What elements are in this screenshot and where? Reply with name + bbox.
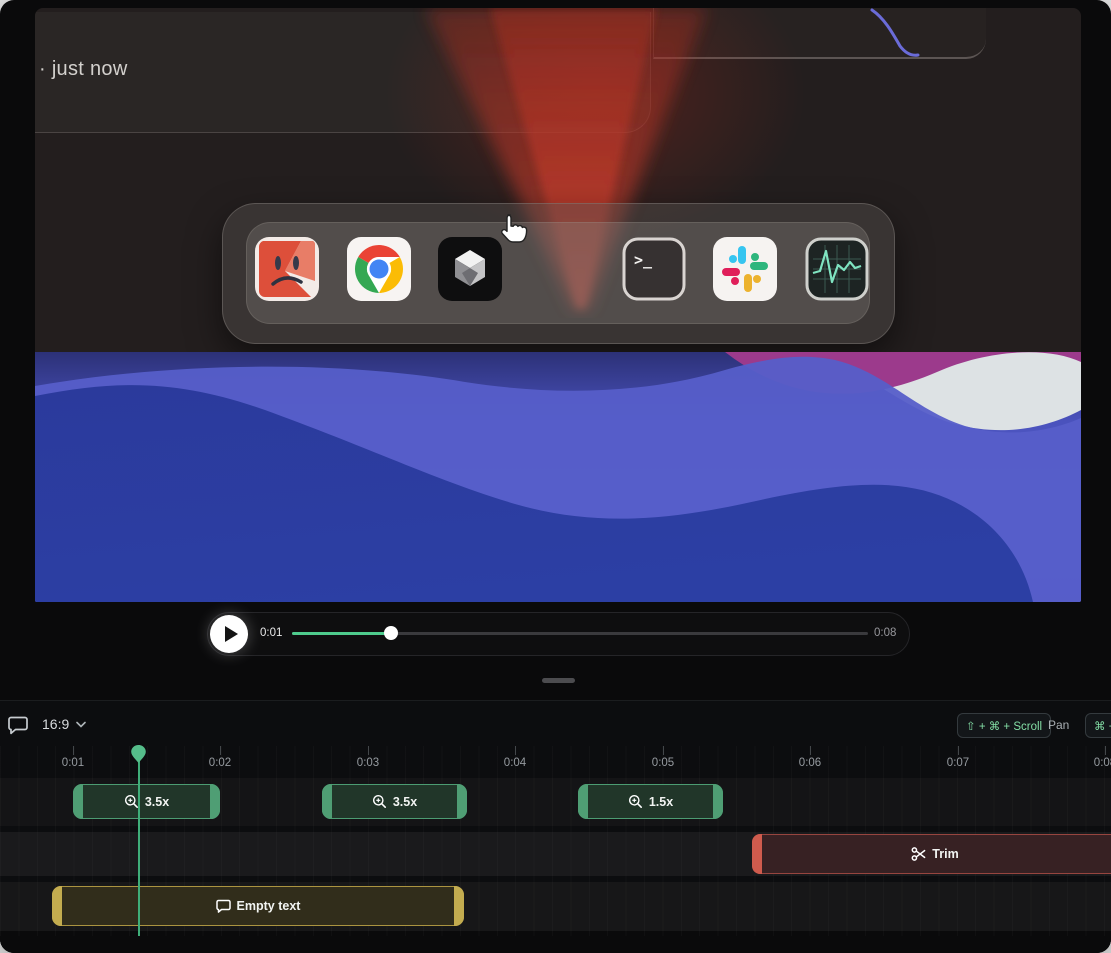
segment-left-handle[interactable] (52, 886, 62, 926)
zoom-segment-1[interactable]: 3.5x (73, 784, 220, 819)
magnifier-plus-icon (124, 795, 138, 808)
ruler-label: 0:01 (61, 757, 85, 769)
ruler-label: 0:04 (503, 757, 527, 769)
segment-right-handle[interactable] (713, 784, 723, 819)
zoom-amount: 3.5x (392, 794, 418, 809)
trim-segment[interactable]: Trim (752, 834, 1111, 874)
pointing-hand-cursor (501, 214, 528, 243)
segment-left-handle[interactable] (73, 784, 83, 819)
ruler-tick (958, 746, 959, 755)
desktop-wallpaper (35, 352, 1081, 602)
trim-label: Trim (932, 847, 959, 861)
panel-resize-handle[interactable] (542, 678, 575, 683)
ruler-label: 0:03 (356, 757, 380, 769)
segment-left-handle[interactable] (578, 784, 588, 819)
current-time: 0:01 (260, 627, 283, 639)
zoom-segment-3[interactable]: 1.5x (578, 784, 723, 819)
text-bubble-icon (215, 899, 231, 913)
ruler-tick (220, 746, 221, 755)
cube-app-icon (438, 237, 502, 301)
timeline-panel: 16:9 ⇧ + ⌘ + Scroll Pan ⌘ + 0:01 (0, 700, 1111, 953)
time-ruler[interactable]: 0:01 0:02 0:03 0:04 0:05 0:06 0:07 0:08 (0, 701, 1111, 778)
segment-right-handle[interactable] (454, 886, 464, 926)
total-time: 0:08 (874, 627, 897, 639)
ruler-label: 0:02 (208, 757, 232, 769)
play-button[interactable] (210, 615, 248, 653)
ruler-tick (810, 746, 811, 755)
zoom-amount: 3.5x (144, 794, 170, 809)
chrome-app-icon (347, 237, 411, 301)
segment-left-handle[interactable] (752, 834, 762, 874)
playhead-line (138, 745, 140, 936)
segment-right-handle[interactable] (457, 784, 467, 819)
seek-bar-progress (292, 632, 390, 635)
recording-timestamp: · just now (39, 58, 128, 80)
seek-handle[interactable] (384, 626, 398, 640)
magnifier-plus-icon (372, 795, 386, 808)
ruler-tick (1105, 746, 1106, 755)
magnifier-plus-icon (628, 795, 642, 808)
video-preview[interactable]: · just now >_ (35, 8, 1081, 602)
sad-face-app-icon (255, 237, 319, 301)
terminal-app-icon: >_ (622, 237, 686, 301)
ruler-label: 0:08 (1093, 757, 1111, 769)
ruler-label: 0:05 (651, 757, 675, 769)
playhead-handle[interactable] (130, 744, 147, 764)
ruler-tick (663, 746, 664, 755)
ruler-tick (515, 746, 516, 755)
svg-text:>_: >_ (634, 251, 653, 269)
chart-curve-decoration (870, 8, 920, 57)
text-segment-label: Empty text (236, 899, 301, 913)
play-icon (225, 626, 238, 642)
ruler-tick (368, 746, 369, 755)
video-editor-app: · just now >_ 0:01 0:08 16:9 ⇧ + ⌘ + Scr… (0, 0, 1111, 953)
ruler-label: 0:07 (946, 757, 970, 769)
segment-right-handle[interactable] (210, 784, 220, 819)
zoom-amount: 1.5x (648, 794, 674, 809)
zoom-segment-2[interactable]: 3.5x (322, 784, 467, 819)
ruler-label: 0:06 (798, 757, 822, 769)
slack-app-icon (713, 237, 777, 301)
activity-monitor-app-icon (805, 237, 869, 301)
ruler-tick (73, 746, 74, 755)
player-controls: 0:01 0:08 (207, 612, 910, 656)
text-segment[interactable]: Empty text (52, 886, 464, 926)
segment-left-handle[interactable] (322, 784, 332, 819)
scissors-icon (911, 847, 926, 861)
